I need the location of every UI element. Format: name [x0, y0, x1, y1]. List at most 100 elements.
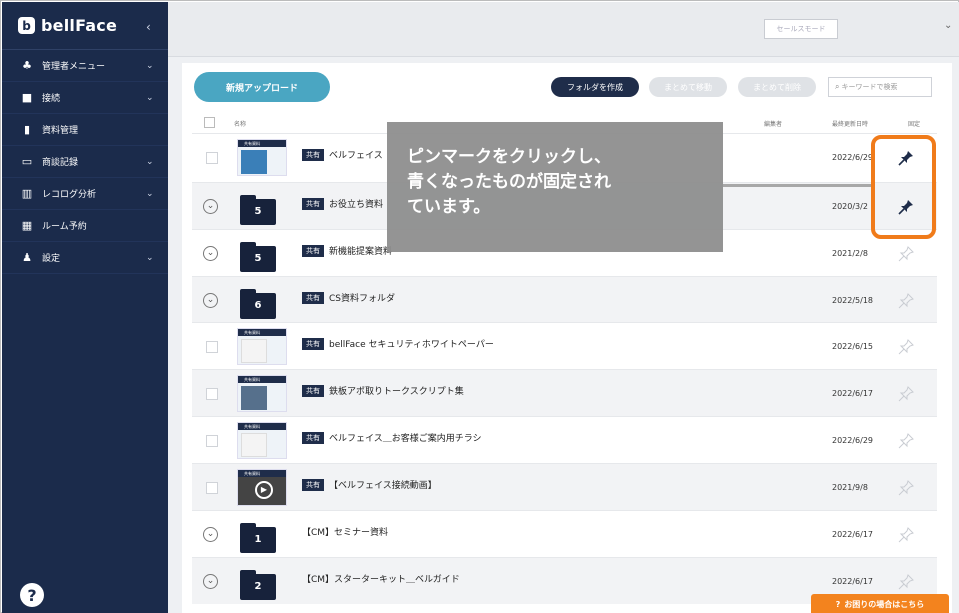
material-title[interactable]: 共有 鉄板アポ取りトークスクリプト集	[302, 384, 464, 397]
new-upload-button[interactable]: 新規アップロード	[194, 72, 330, 102]
sidebar-item-label: 接続	[42, 94, 61, 104]
thumbnail-preview	[241, 338, 267, 363]
search-placeholder: キーワードで検索	[841, 83, 898, 91]
sidebar-item-4[interactable]: ▥ レコログ分析 ⌄	[2, 178, 168, 210]
mode-selector[interactable]: セールスモード	[764, 19, 838, 39]
material-title[interactable]: 共有 CS資料フォルダ	[302, 291, 395, 304]
sidebar-collapse-button[interactable]: ‹	[146, 20, 151, 34]
sidebar-item-label: 商談記録	[42, 158, 79, 168]
material-title[interactable]: 【CM】スターターキット＿ベルガイド	[302, 572, 460, 585]
material-title-text: 鉄板アポ取りトークスクリプト集	[329, 386, 464, 397]
help-chat-button[interactable]: ? お困りの場合はこちら	[811, 594, 949, 613]
thumbnail-label: 共有資料	[238, 469, 286, 477]
row-checkbox[interactable]	[206, 151, 218, 164]
logo[interactable]: b bellFace	[2, 2, 168, 50]
material-title-text: お役立ち資料	[329, 199, 384, 210]
bulk-delete-button[interactable]: まとめて削除	[738, 77, 816, 97]
folder-icon: 2	[240, 569, 276, 600]
help-chat-label: お困りの場合はこちら	[844, 599, 925, 609]
user-menu-chevron-icon[interactable]: ⌄	[944, 20, 952, 31]
column-updated[interactable]: 最終更新日時	[832, 119, 868, 128]
material-title-text: CS資料フォルダ	[329, 293, 395, 304]
callout-line-1: ピンマークをクリックし、	[407, 147, 611, 167]
expand-folder-icon[interactable]: ⌄	[203, 198, 218, 214]
row-checkbox[interactable]	[206, 340, 218, 353]
pin-icon[interactable]	[898, 526, 914, 543]
material-title[interactable]: 共有 bellFace セキュリティホワイトペーパー	[302, 337, 494, 350]
column-editor[interactable]: 編集者	[764, 119, 782, 128]
expand-folder-icon[interactable]: ⌄	[203, 292, 218, 308]
video-icon: ■	[21, 91, 33, 104]
updated-date: 2022/6/29	[832, 435, 874, 445]
pin-icon[interactable]	[898, 338, 914, 355]
play-icon: ▶	[255, 480, 273, 499]
material-title-text: ベルフェイス	[329, 150, 383, 161]
material-title-text: ベルフェイス＿お客様ご案内用チラシ	[329, 433, 482, 444]
search-input[interactable]: ⌕ キーワードで検索	[828, 77, 932, 97]
bulk-move-button[interactable]: まとめて移動	[649, 77, 727, 97]
chevron-down-icon[interactable]: ⌄	[146, 61, 154, 71]
sidebar-nav: ♣ 管理者メニュー ⌄ ■ 接続 ⌄ ▮ 資料管理 ▭ 商談記録 ⌄ ▥ レコログ分析 ⌄ ▦ ルーム予約 ♟ 設…	[2, 50, 168, 274]
expand-folder-icon[interactable]: ⌄	[203, 245, 218, 261]
chevron-down-icon[interactable]: ⌄	[146, 189, 154, 199]
thumbnail-label: 共有資料	[238, 139, 286, 147]
sidebar-item-5[interactable]: ▦ ルーム予約	[2, 210, 168, 242]
shared-badge: 共有	[302, 245, 324, 257]
thumbnail-image: 共有資料	[237, 138, 287, 176]
sidebar-item-0[interactable]: ♣ 管理者メニュー ⌄	[2, 50, 168, 82]
callout-line-3: ています。	[407, 197, 491, 217]
shared-badge: 共有	[302, 479, 324, 491]
archive-icon: ▭	[21, 155, 33, 168]
column-name[interactable]: 名称	[234, 119, 246, 128]
material-title[interactable]: 共有 ベルフェイス	[302, 148, 383, 161]
create-folder-button[interactable]: フォルダを作成	[551, 77, 639, 97]
thumbnail-label: 共有資料	[238, 422, 286, 430]
pin-icon[interactable]	[898, 292, 914, 309]
row-checkbox[interactable]	[206, 481, 218, 494]
select-all-checkbox[interactable]	[204, 117, 215, 128]
sidebar-item-3[interactable]: ▭ 商談記録 ⌄	[2, 146, 168, 178]
column-pin: 固定	[908, 121, 921, 128]
pin-icon[interactable]	[898, 573, 914, 590]
updated-date: 2022/6/29	[832, 152, 874, 162]
chevron-down-icon[interactable]: ⌄	[146, 93, 154, 103]
pin-icon[interactable]	[898, 479, 914, 496]
row-checkbox[interactable]	[206, 434, 218, 447]
material-title[interactable]: 【CM】セミナー資料	[302, 525, 388, 538]
folder-count: 2	[240, 573, 276, 600]
expand-folder-icon[interactable]: ⌄	[203, 526, 218, 542]
chevron-down-icon[interactable]: ⌄	[146, 157, 154, 167]
table-row[interactable]: 共有資料共有 ベルフェイス＿お客様ご案内用チラシ 2022/6/29	[192, 416, 937, 463]
row-checkbox[interactable]	[206, 387, 218, 400]
material-title-text: 新機能提案資料	[329, 246, 393, 257]
shared-badge: 共有	[302, 292, 324, 304]
material-title-text: bellFace セキュリティホワイトペーパー	[329, 339, 494, 350]
material-title[interactable]: 共有 新機能提案資料	[302, 244, 393, 257]
updated-date: 2021/2/8	[832, 248, 868, 258]
expand-folder-icon[interactable]: ⌄	[203, 573, 218, 589]
updated-date: 2022/6/17	[832, 388, 874, 398]
chevron-down-icon[interactable]: ⌄	[146, 253, 154, 263]
updated-date: 2022/6/17	[832, 576, 874, 586]
shared-badge: 共有	[302, 198, 324, 210]
material-title[interactable]: 共有 ベルフェイス＿お客様ご案内用チラシ	[302, 431, 482, 444]
pin-icon[interactable]	[898, 432, 914, 449]
help-icon[interactable]: ?	[20, 583, 44, 607]
shared-badge: 共有	[302, 338, 324, 350]
table-row[interactable]: 共有資料 ▶ 共有 【ベルフェイス接続動画】 2021/9/8	[192, 463, 937, 510]
table-row[interactable]: 共有資料 共有 鉄板アポ取りトークスクリプト集 2022/6/17	[192, 369, 937, 416]
sidebar-item-6[interactable]: ♟ 設定 ⌄	[2, 242, 168, 274]
material-title[interactable]: 共有 お役立ち資料	[302, 197, 384, 210]
pin-icon[interactable]	[898, 385, 914, 402]
sidebar-item-1[interactable]: ■ 接続 ⌄	[2, 82, 168, 114]
pin-icon[interactable]	[898, 245, 914, 262]
table-row[interactable]: ⌄ 1 【CM】セミナー資料 2022/6/17	[192, 510, 937, 557]
instruction-callout: ピンマークをクリックし、 青くなったものが固定され ています。	[387, 122, 723, 252]
search-icon: ⌕	[835, 82, 840, 91]
people-icon: ♣	[22, 59, 32, 72]
table-row[interactable]: 共有資料 共有 bellFace セキュリティホワイトペーパー 2022/6/15	[192, 322, 937, 369]
table-row[interactable]: ⌄ 6 共有 CS資料フォルダ 2022/5/18	[192, 276, 937, 323]
sidebar-item-2[interactable]: ▮ 資料管理	[2, 114, 168, 146]
shared-badge: 共有	[302, 149, 324, 161]
material-title[interactable]: 共有 【ベルフェイス接続動画】	[302, 478, 437, 491]
